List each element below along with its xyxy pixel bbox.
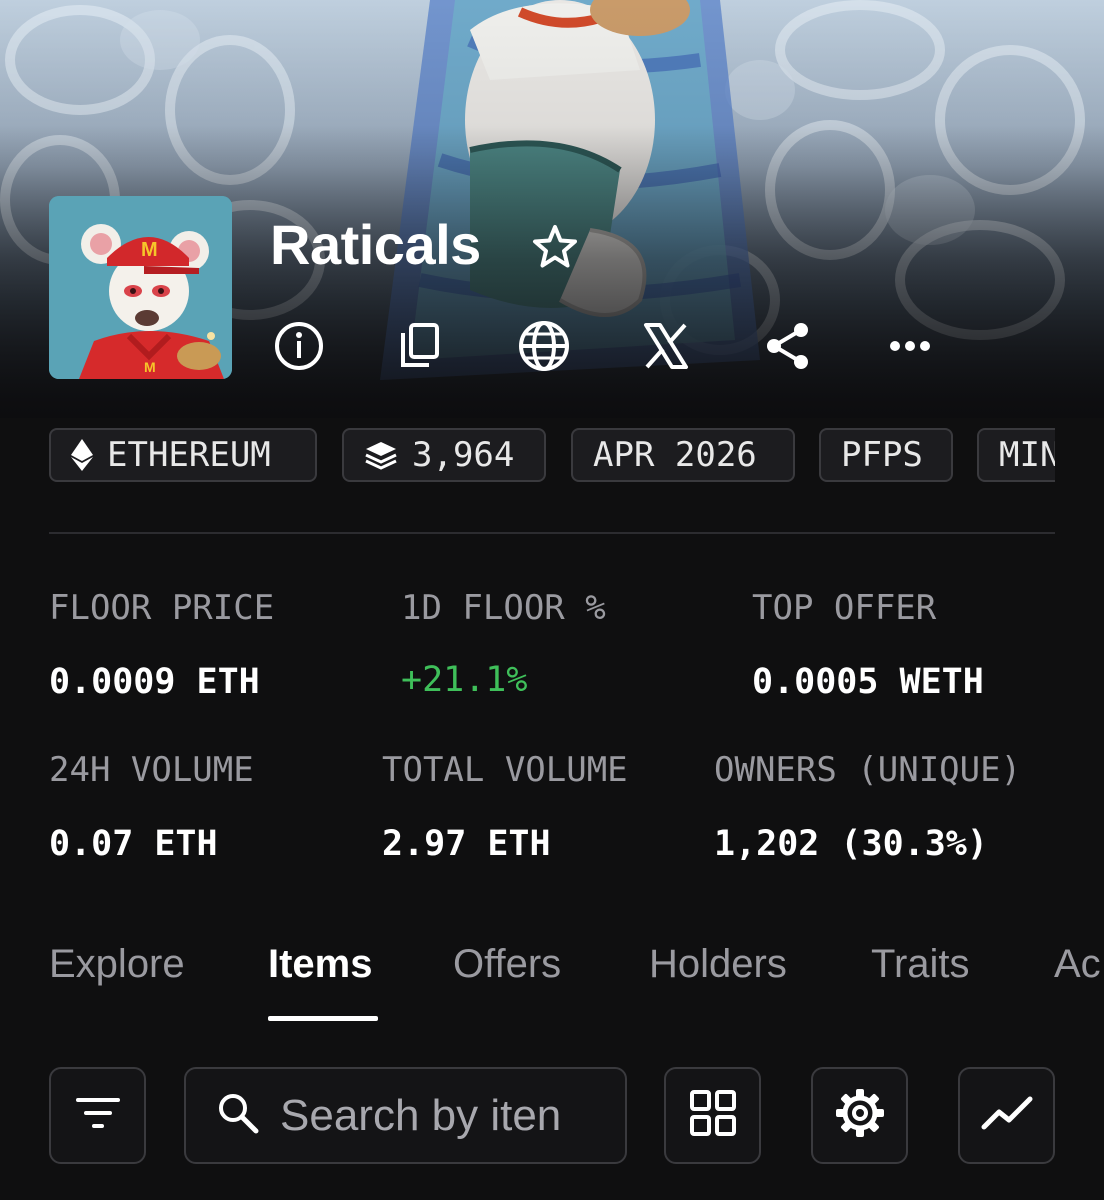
collection-avatar[interactable]: M M (49, 196, 232, 379)
tab-holders[interactable]: Holders (649, 942, 787, 987)
mint-chip-label: MIN (999, 435, 1055, 475)
date-chip[interactable]: APR 2026 (571, 428, 795, 482)
svg-text:M: M (144, 359, 156, 375)
mint-chip[interactable]: MIN (977, 428, 1055, 482)
items-count-label: 3,964 (412, 435, 515, 475)
total-volume-value: 2.97 ETH (382, 824, 551, 864)
chain-chip[interactable]: ETHEREUM (49, 428, 317, 482)
owners-value: 1,202 (30.3%) (714, 824, 988, 864)
tab-offers[interactable]: Offers (453, 942, 561, 987)
search-field[interactable] (184, 1067, 627, 1164)
share-icon[interactable] (758, 318, 818, 374)
chart-button[interactable] (958, 1067, 1055, 1164)
volume-24h-value: 0.07 ETH (49, 824, 218, 864)
section-divider (49, 532, 1055, 534)
search-icon (216, 1091, 260, 1140)
x-logo-icon[interactable] (636, 318, 696, 374)
floor-change-value: +21.1% (401, 660, 528, 700)
svg-text:M: M (141, 239, 158, 261)
more-icon[interactable] (880, 318, 940, 374)
volume-24h-label: 24H VOLUME (49, 750, 254, 790)
floor-price-value: 0.0009 ETH (49, 662, 260, 702)
items-count-chip[interactable]: 3,964 (342, 428, 546, 482)
search-input[interactable] (280, 1090, 620, 1141)
collection-chips: ETHEREUM 3,964 APR 2026 PFPS MIN (49, 428, 1055, 484)
settings-button[interactable] (811, 1067, 908, 1164)
grid-view-button[interactable] (664, 1067, 761, 1164)
tab-items[interactable]: Items (268, 942, 373, 987)
grid-view-icon (689, 1089, 737, 1142)
globe-icon[interactable] (514, 318, 574, 374)
chart-icon (981, 1095, 1033, 1136)
top-offer-label: TOP OFFER (752, 588, 937, 628)
filter-icon (74, 1095, 122, 1136)
total-volume-label: TOTAL VOLUME (382, 750, 628, 790)
active-tab-indicator (268, 1016, 378, 1021)
tab-traits[interactable]: Traits (871, 942, 970, 987)
collection-title: Raticals (270, 213, 481, 276)
tab-explore[interactable]: Explore (49, 942, 185, 987)
chain-chip-label: ETHEREUM (107, 435, 271, 475)
top-offer-value: 0.0005 WETH (752, 662, 984, 702)
ethereum-icon (71, 439, 93, 471)
star-icon[interactable] (530, 222, 580, 272)
floor-change-label: 1D FLOOR % (401, 588, 606, 628)
category-chip-label: PFPS (841, 435, 923, 475)
floor-price-label: FLOOR PRICE (49, 588, 275, 628)
filter-button[interactable] (49, 1067, 146, 1164)
tab-activity[interactable]: Ac (1054, 942, 1101, 987)
settings-icon (834, 1087, 886, 1144)
owners-label: OWNERS (UNIQUE) (714, 750, 1022, 790)
layers-icon (364, 440, 398, 470)
category-chip[interactable]: PFPS (819, 428, 953, 482)
copy-icon[interactable] (390, 318, 450, 374)
date-chip-label: APR 2026 (593, 435, 757, 475)
info-icon[interactable] (269, 318, 329, 374)
